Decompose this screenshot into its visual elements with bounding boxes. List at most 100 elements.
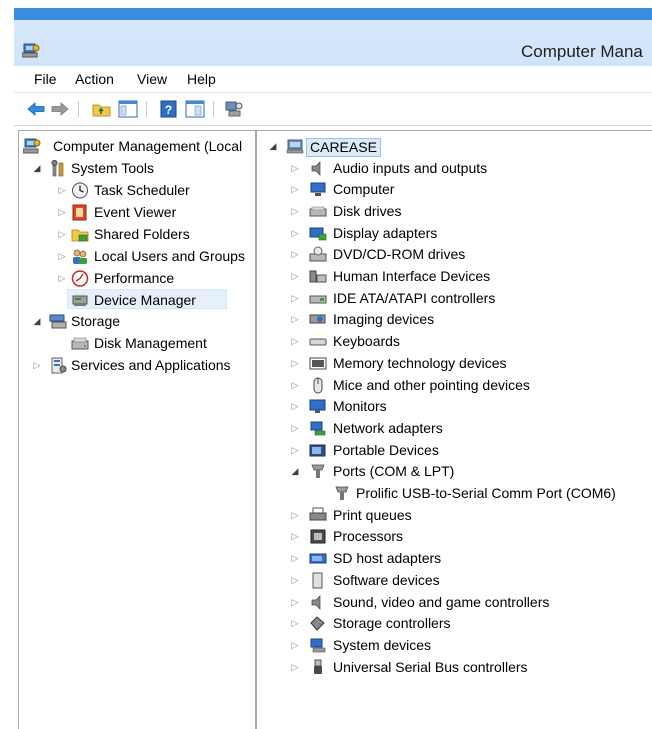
- event-viewer-icon: [72, 204, 87, 221]
- tree-item-disk-management[interactable]: Disk Management: [19, 333, 255, 354]
- collapsed-arrow-icon[interactable]: ▷: [290, 247, 300, 261]
- collapsed-arrow-icon[interactable]: ▷: [57, 271, 67, 285]
- device-label: Print queues: [333, 506, 412, 523]
- collapsed-arrow-icon[interactable]: ▷: [290, 399, 300, 413]
- system-tools-icon: [51, 160, 64, 177]
- expanded-arrow-icon[interactable]: ◢: [32, 314, 42, 328]
- device-manager-icon: [72, 295, 88, 306]
- collapsed-arrow-icon[interactable]: ▷: [57, 249, 67, 263]
- device-category[interactable]: ▷ Storage controllers: [257, 613, 652, 634]
- ide-controller-icon: [309, 295, 327, 304]
- tree-item-storage[interactable]: ◢ Storage: [19, 311, 255, 332]
- tree-item-task-scheduler[interactable]: ▷ Task Scheduler: [19, 180, 255, 201]
- collapsed-arrow-icon[interactable]: ▷: [290, 312, 300, 326]
- up-folder-icon[interactable]: [92, 100, 112, 118]
- device-item[interactable]: Prolific USB-to-Serial Comm Port (COM6): [257, 483, 652, 504]
- device-category[interactable]: ▷ Monitors: [257, 396, 652, 417]
- device-category[interactable]: ▷ Processors: [257, 526, 652, 547]
- title-bar[interactable]: Computer Mana: [14, 8, 652, 66]
- device-category[interactable]: ▷ Sound, video and game controllers: [257, 592, 652, 613]
- device-label: System devices: [333, 636, 432, 653]
- collapsed-arrow-icon[interactable]: ▷: [290, 595, 300, 609]
- collapsed-arrow-icon[interactable]: ▷: [32, 358, 42, 372]
- collapsed-arrow-icon[interactable]: ▷: [290, 269, 300, 283]
- tree-item-local-users-and-groups[interactable]: ▷ Local Users and Groups: [19, 246, 255, 267]
- tree-item-event-viewer[interactable]: ▷ Event Viewer: [19, 202, 255, 223]
- memory-device-icon: [309, 357, 327, 370]
- collapsed-arrow-icon[interactable]: ▷: [290, 334, 300, 348]
- device-category[interactable]: ▷ Universal Serial Bus controllers: [257, 657, 652, 678]
- show-hide-tree-icon[interactable]: [118, 100, 138, 118]
- device-category[interactable]: ▷ IDE ATA/ATAPI controllers: [257, 288, 652, 309]
- device-label: Sound, video and game controllers: [333, 593, 550, 610]
- shared-folders-icon: [71, 229, 89, 242]
- menu-view[interactable]: View: [137, 71, 167, 87]
- users-icon: [73, 249, 87, 264]
- device-category[interactable]: ▷ Keyboards: [257, 331, 652, 352]
- tree-item-system-tools[interactable]: ◢ System Tools: [19, 158, 255, 179]
- collapsed-arrow-icon[interactable]: ▷: [57, 183, 67, 197]
- collapsed-arrow-icon[interactable]: ▷: [290, 616, 300, 630]
- expanded-arrow-icon[interactable]: ◢: [290, 464, 300, 478]
- toolbar: ?: [14, 93, 652, 126]
- tree-item-performance[interactable]: ▷ Performance: [19, 268, 255, 289]
- collapsed-arrow-icon[interactable]: ▷: [290, 161, 300, 175]
- collapsed-arrow-icon[interactable]: ▷: [290, 291, 300, 305]
- collapsed-arrow-icon[interactable]: ▷: [290, 508, 300, 522]
- device-category[interactable]: ▷ Audio inputs and outputs: [257, 158, 652, 179]
- collapsed-arrow-icon[interactable]: ▷: [57, 205, 67, 219]
- show-hide-action-pane-icon[interactable]: [185, 100, 205, 118]
- forward-arrow-icon[interactable]: [50, 100, 70, 118]
- device-category[interactable]: ▷ Human Interface Devices: [257, 266, 652, 287]
- device-label: Network adapters: [333, 419, 443, 436]
- back-arrow-icon[interactable]: [26, 100, 46, 118]
- collapsed-arrow-icon[interactable]: ▷: [290, 660, 300, 674]
- tree-item-label: Device Manager: [94, 292, 196, 308]
- collapsed-arrow-icon[interactable]: ▷: [290, 443, 300, 457]
- device-category[interactable]: ▷ System devices: [257, 635, 652, 656]
- collapsed-arrow-icon[interactable]: ▷: [290, 551, 300, 565]
- device-root-carease[interactable]: ◢ CAREASE: [257, 136, 652, 157]
- device-category[interactable]: ▷ Network adapters: [257, 418, 652, 439]
- menu-action[interactable]: Action: [75, 71, 114, 87]
- device-category[interactable]: ◢ Ports (COM & LPT): [257, 461, 652, 482]
- device-category[interactable]: ▷ Disk drives: [257, 201, 652, 222]
- collapsed-arrow-icon[interactable]: ▷: [290, 182, 300, 196]
- expanded-arrow-icon[interactable]: ◢: [268, 139, 278, 153]
- device-label: Human Interface Devices: [333, 268, 491, 284]
- collapsed-arrow-icon[interactable]: ▷: [290, 421, 300, 435]
- device-category[interactable]: ▷ Imaging devices: [257, 309, 652, 330]
- collapsed-arrow-icon[interactable]: ▷: [290, 573, 300, 587]
- device-category[interactable]: ▷ Memory technology devices: [257, 353, 652, 374]
- portable-device-icon: [309, 444, 326, 457]
- tree-item-computer-management[interactable]: Computer Management (Local: [19, 136, 255, 157]
- device-category[interactable]: ▷ Software devices: [257, 570, 652, 591]
- device-category[interactable]: ▷ Computer: [257, 179, 652, 200]
- collapsed-arrow-icon[interactable]: ▷: [290, 204, 300, 218]
- device-category[interactable]: ▷ Display adapters: [257, 223, 652, 244]
- collapsed-arrow-icon[interactable]: ▷: [290, 356, 300, 370]
- collapsed-arrow-icon[interactable]: ▷: [290, 638, 300, 652]
- device-label: Processors: [333, 528, 404, 545]
- device-category[interactable]: ▷ Mice and other pointing devices: [257, 375, 652, 396]
- collapsed-arrow-icon[interactable]: ▷: [57, 227, 67, 241]
- tree-item-label: System Tools: [71, 160, 154, 176]
- tree-item-label: Services and Applications: [71, 357, 231, 373]
- device-properties-icon[interactable]: [224, 100, 244, 118]
- device-label: Display adapters: [333, 224, 438, 241]
- collapsed-arrow-icon[interactable]: ▷: [290, 378, 300, 392]
- device-category[interactable]: ▷ Print queues: [257, 505, 652, 526]
- expanded-arrow-icon[interactable]: ◢: [32, 161, 42, 175]
- device-category[interactable]: ▷ SD host adapters: [257, 548, 652, 569]
- menu-file[interactable]: File: [34, 71, 57, 87]
- menu-help[interactable]: Help: [187, 71, 216, 87]
- help-icon[interactable]: ?: [159, 100, 179, 118]
- device-category[interactable]: ▷ DVD/CD-ROM drives: [257, 244, 652, 265]
- device-category[interactable]: ▷ Portable Devices: [257, 440, 652, 461]
- tree-item-services-and-applications[interactable]: ▷ Services and Applications: [19, 355, 255, 376]
- device-label: Portable Devices: [333, 441, 439, 458]
- tree-item-shared-folders[interactable]: ▷ Shared Folders: [19, 224, 255, 245]
- tree-item-device-manager[interactable]: Device Manager: [19, 289, 255, 310]
- collapsed-arrow-icon[interactable]: ▷: [290, 226, 300, 240]
- collapsed-arrow-icon[interactable]: ▷: [290, 529, 300, 543]
